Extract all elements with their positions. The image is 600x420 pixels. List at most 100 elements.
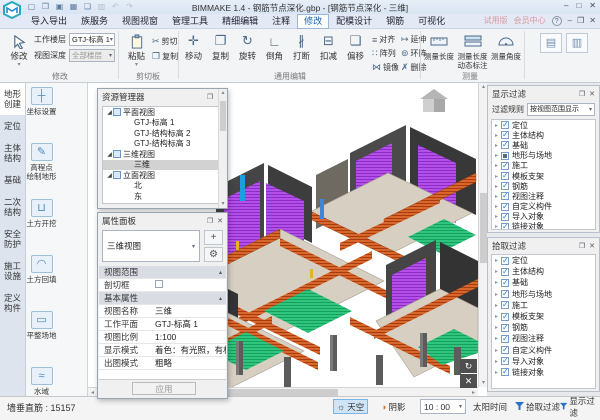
quick-access-icon[interactable]: ▦ [68,1,79,12]
ribbon-extra-button-1[interactable]: ▤ [540,33,562,53]
measure-length-button[interactable]: 测量长度 [423,32,455,61]
sidebar-tool-button[interactable]: ⊔ 土方开挖 [26,199,57,255]
vertical-scrollbar[interactable]: ▴ ▾ [478,83,487,387]
expand-icon[interactable]: ▸ [495,142,498,149]
minimize-button[interactable]: – [564,1,568,10]
filter-item[interactable]: ▸ 导入对象 [492,212,595,222]
close-button[interactable]: ✕ [589,1,596,10]
filter-item[interactable]: ▸ 自定义构件 [492,202,595,212]
sidebar-category-tab[interactable]: 主体 结构 [0,137,25,169]
expand-icon[interactable]: ▸ [495,302,498,309]
filter-item[interactable]: ▸ 视图注释 [492,191,595,201]
expand-icon[interactable]: ▸ [495,324,498,331]
ribbon-tab[interactable]: 精细编辑 [215,14,265,29]
ribbon-tab[interactable]: 导入导出 [24,14,74,29]
filter-item[interactable]: ▸ 模板支架 [492,311,595,322]
filter-checkbox[interactable] [501,301,509,309]
ribbon-tab[interactable]: 修改 [297,14,329,29]
edit-small-button[interactable]: ✗ 删除 [401,61,427,74]
sky-toggle[interactable]: ☼ 天空 [333,399,368,414]
close-icon[interactable]: ✕ [589,242,595,250]
filter-checkbox[interactable] [501,192,509,200]
filter-checkbox[interactable] [501,213,509,221]
quick-access-icon[interactable]: ▣ [54,1,65,12]
filter-checkbox[interactable] [501,162,509,170]
quick-access-icon[interactable]: ↷ [124,1,135,12]
expand-icon[interactable]: ▸ [495,152,498,159]
ribbon-tab[interactable]: 视图视窗 [115,14,165,29]
add-button[interactable]: + [204,230,223,245]
close-nav-button[interactable]: ✕ [460,374,477,388]
quick-access-icon[interactable]: ❏ [82,1,93,12]
view-depth-select[interactable]: 全部楼层▾ [69,49,115,62]
expand-icon[interactable]: ▸ [495,173,498,180]
sidebar-tool-button[interactable]: ▭ 平整场地 [26,311,57,367]
section-box-checkbox[interactable] [155,280,163,288]
edit-tool-button[interactable]: ⊟ 扣减 [315,32,342,61]
collapse-icon[interactable]: ▴ [219,269,222,276]
maximize-button[interactable]: □ [576,1,581,10]
expand-icon[interactable]: ▸ [495,193,498,200]
cut-button[interactable]: ✂ 剪切 [152,35,178,48]
view-tree-item[interactable]: ◢ 三维 [103,160,222,171]
work-floor-select[interactable]: GTJ-标高 1▾ [69,33,115,46]
orbit-button[interactable]: ↻ [460,359,477,373]
float-icon[interactable]: ❐ [207,217,213,225]
sidebar-tool-button[interactable]: ✎ 高程点 绘制地形 [26,143,57,199]
expand-icon[interactable]: ▸ [495,347,498,354]
edit-tool-button[interactable]: ∟ 倒角 [261,32,288,61]
filter-item[interactable]: ▸ 自定义构件 [492,345,595,356]
close-icon[interactable]: ✕ [217,217,223,225]
expand-icon[interactable]: ▸ [495,223,498,230]
expand-icon[interactable]: ▸ [495,122,498,129]
gear-icon[interactable]: ⚙ [204,247,223,262]
filter-item[interactable]: ▸ 钢筋 [492,181,595,191]
sidebar-tool-button[interactable]: ┼ 坐标设置 [26,87,57,143]
collapse-icon[interactable]: ▴ [219,295,222,302]
ribbon-tab[interactable]: 管理工具 [165,14,215,29]
filter-item[interactable]: ▸ 主体结构 [492,266,595,277]
property-row[interactable]: 剖切框 ▴ [99,279,226,292]
expand-icon[interactable]: ▸ [495,203,498,210]
modify-button[interactable]: 修改 ▾ [4,32,34,68]
expand-icon[interactable]: ▸ [495,213,498,220]
property-row[interactable]: 视图范围 ▴ [99,266,226,279]
filter-checkbox[interactable] [501,257,509,265]
ribbon-tab[interactable]: 可视化 [411,14,452,29]
copy-button[interactable]: ❐ 复制 [152,50,178,63]
scroll-down-icon[interactable]: ▾ [219,200,227,208]
filter-checkbox[interactable] [501,368,509,376]
filter-item[interactable]: ▸ 视图注释 [492,333,595,344]
filter-item[interactable]: ▸ 基础 [492,140,595,150]
expand-icon[interactable]: ▸ [495,335,498,342]
apply-button[interactable]: 应用 [132,382,196,395]
property-row[interactable]: 工作平面 GTJ-标高 1 ▴ [99,318,226,331]
scroll-up-icon[interactable]: ▴ [219,89,227,97]
quick-access-icon[interactable]: ▥ [96,1,107,12]
filter-checkbox[interactable] [501,121,509,129]
account-label[interactable]: 会员中心 [514,15,546,26]
filter-checkbox[interactable] [501,141,509,149]
view-tree-item[interactable]: ◢ 三维视图 [103,149,222,160]
expand-icon[interactable]: ◢ [106,172,113,179]
expand-icon[interactable]: ▸ [495,257,498,264]
filter-item[interactable]: ▸ 施工 [492,300,595,311]
expand-icon[interactable]: ▸ [495,369,498,376]
edit-tool-button[interactable]: ❐ 复制 [207,32,234,61]
edit-tool-button[interactable]: ∦ 打断 [288,32,315,61]
expand-icon[interactable]: ▸ [495,162,498,169]
filter-checkbox[interactable] [501,279,509,287]
float-icon[interactable]: ❐ [579,90,585,98]
ribbon-tab[interactable]: 配模设计 [329,14,379,29]
expand-icon[interactable]: ◢ [106,151,113,158]
filter-checkbox[interactable] [501,182,509,190]
property-row[interactable]: 基本属性 ▴ [99,292,226,305]
filter-item[interactable]: ▸ 链接对象 [492,367,595,378]
edit-tool-button[interactable]: ❏ 偏移 [342,32,369,61]
property-row[interactable]: 显示模式 着色：有光照，有材质 ▴ [99,344,226,357]
expand-icon[interactable]: ▸ [495,358,498,365]
filter-checkbox[interactable] [501,172,509,180]
sidebar-tool-button[interactable]: ◠ 土方回填 [26,255,57,311]
filter-item[interactable]: ▸ 定位 [492,120,595,130]
filter-checkbox[interactable] [501,346,509,354]
